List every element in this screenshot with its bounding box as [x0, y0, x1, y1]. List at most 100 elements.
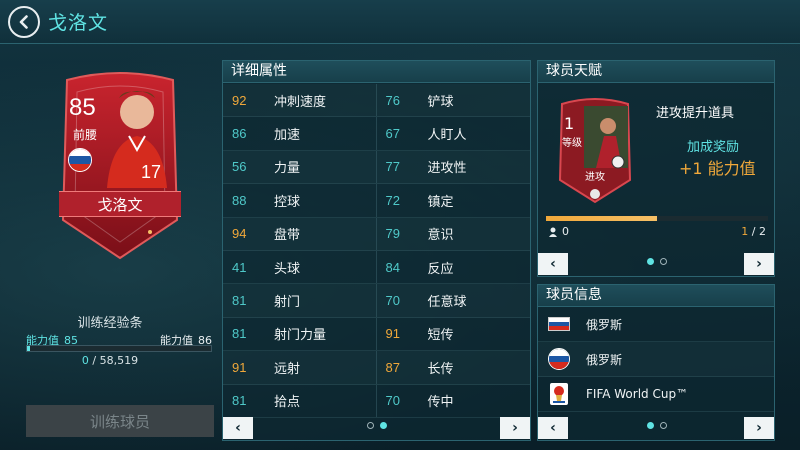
training-xp-title: 训练经验条: [77, 316, 143, 331]
svg-text:17: 17: [141, 162, 161, 182]
attribute-value: 41: [232, 259, 247, 275]
attributes-next-button[interactable]: ›: [500, 417, 530, 439]
info-prev-button[interactable]: ‹: [538, 417, 568, 439]
talent-panel: 球员天赋 1 等级 进攻 进攻提升道具 加成奖励 +1 能力值 0 1 / 2 …: [537, 60, 775, 277]
info-nation-text: 俄罗斯: [586, 317, 623, 332]
attribute-name: 射门: [274, 295, 301, 311]
player-info-panel: 球员信息 俄罗斯 俄罗斯 FIFA World Cup™ ‹ ›: [537, 284, 775, 441]
talent-bonus-value: +1 能力值: [679, 159, 756, 178]
attribute-name: 铲球: [427, 94, 454, 110]
page-dot[interactable]: [660, 258, 667, 265]
attribute-cell: 88 控球: [223, 184, 377, 217]
talent-item-card[interactable]: 1 等级 进攻: [556, 96, 634, 204]
attribute-name: 盘带: [274, 228, 301, 244]
attribute-row: 91 远射 87 长传: [223, 351, 531, 385]
attribute-cell: 94 盘带: [223, 217, 377, 250]
attribute-value: 81: [232, 326, 247, 342]
attribute-name: 传中: [427, 395, 454, 411]
attribute-name: 远射: [274, 361, 301, 377]
attribute-cell: 87 长传: [377, 351, 531, 383]
card-position: 前腰: [73, 128, 98, 142]
player-summary: 17 85 前腰 戈洛文 训练经验条 能力值 85 能力值 86 0 / 58,51…: [0, 56, 220, 446]
russia-flag-icon: [68, 148, 92, 172]
attribute-value: 72: [385, 192, 400, 208]
attribute-name: 头球: [274, 261, 301, 277]
attribute-value: 94: [232, 226, 247, 242]
info-row-league[interactable]: FIFA World Cup™: [538, 377, 774, 412]
attribute-name: 力量: [274, 161, 301, 177]
talent-prev-button[interactable]: ‹: [538, 253, 568, 275]
talent-level-label: 等级: [562, 138, 582, 149]
attribute-name: 人盯人: [427, 128, 467, 144]
talent-card-frame: [558, 98, 632, 204]
attribute-cell: 81 拾点: [223, 384, 377, 417]
page-dot-active[interactable]: [380, 422, 387, 429]
attribute-value: 67: [385, 126, 400, 142]
attribute-value: 91: [232, 359, 247, 375]
training-xp-fill: [27, 346, 30, 351]
attribute-name: 控球: [274, 194, 301, 210]
attribute-value: 70: [385, 393, 400, 409]
attributes-prev-button[interactable]: ‹: [223, 417, 253, 439]
talent-pager: ‹ ›: [538, 250, 774, 276]
attribute-name: 冲刺速度: [274, 94, 327, 110]
attribute-cell: 86 加速: [223, 117, 377, 150]
attribute-name: 任意球: [427, 295, 467, 311]
attribute-name: 进攻性: [427, 161, 467, 177]
talent-progress-fill: [546, 216, 657, 221]
player-info-title: 球员信息: [538, 285, 774, 307]
attribute-row: 92 冲刺速度 76 铲球: [223, 84, 530, 118]
attribute-name: 射门力量: [274, 328, 327, 344]
world-cup-icon: [548, 383, 572, 405]
chevron-right-icon: ›: [756, 420, 762, 436]
russia-badge-icon: [548, 348, 572, 370]
page-dot[interactable]: [660, 422, 667, 429]
russia-flag-icon: [548, 315, 572, 333]
back-button[interactable]: [8, 6, 40, 38]
attribute-cell: 56 力量: [223, 150, 377, 184]
attribute-value: 81: [232, 393, 247, 409]
attributes-title: 详细属性: [223, 61, 530, 83]
attribute-value: 92: [232, 92, 247, 108]
page-title: 戈洛文: [48, 12, 109, 34]
info-team-text: 俄罗斯: [586, 352, 623, 367]
attribute-cell: 92 冲刺速度: [223, 84, 377, 117]
chevron-right-icon: ›: [512, 420, 518, 436]
attribute-name: 反应: [427, 261, 454, 277]
attribute-name: 长传: [427, 361, 454, 377]
talent-name: 进攻提升道具: [656, 106, 735, 121]
info-next-button[interactable]: ›: [744, 417, 774, 439]
attribute-cell: 70 任意球: [377, 284, 531, 316]
talent-title: 球员天赋: [538, 61, 774, 83]
talent-next-button[interactable]: ›: [744, 253, 774, 275]
attribute-value: 70: [385, 293, 400, 309]
attribute-row: 81 射门 70 任意球: [223, 284, 531, 318]
attribute-value: 88: [232, 192, 247, 208]
attributes-page-dots: [367, 422, 387, 429]
attribute-row: 81 拾点 70 传中: [223, 384, 530, 418]
chevron-right-icon: ›: [756, 256, 762, 272]
attribute-cell: 81 射门: [223, 284, 377, 317]
training-xp-bar: [26, 345, 212, 352]
attribute-row: 88 控球 72 镇定: [223, 184, 531, 218]
train-player-button[interactable]: 训练球员: [26, 405, 214, 437]
attribute-cell: 72 镇定: [377, 184, 531, 216]
talent-tag: 进攻: [585, 172, 605, 183]
page-dot-active[interactable]: [647, 258, 654, 265]
info-row-team[interactable]: 俄罗斯: [538, 342, 774, 377]
player-info-pager: ‹ ›: [538, 414, 774, 440]
chevron-left-icon: ‹: [235, 420, 241, 436]
player-info-list: 俄罗斯 俄罗斯 FIFA World Cup™: [538, 307, 774, 412]
info-row-nation[interactable]: 俄罗斯: [538, 307, 774, 342]
player-card[interactable]: 17 85 前腰 戈洛文: [55, 70, 185, 260]
attribute-value: 56: [232, 159, 247, 175]
talent-page-indicator: 1 / 2: [741, 225, 766, 238]
info-page-dots: [647, 422, 667, 429]
training-xp-count: 0 / 58,519: [81, 354, 139, 367]
page-dot-active[interactable]: [647, 422, 654, 429]
page-dot[interactable]: [367, 422, 374, 429]
chevron-left-icon: ‹: [550, 256, 556, 272]
top-bar: 戈洛文: [0, 0, 800, 44]
attribute-value: 77: [385, 159, 400, 175]
attribute-name: 拾点: [274, 395, 301, 411]
